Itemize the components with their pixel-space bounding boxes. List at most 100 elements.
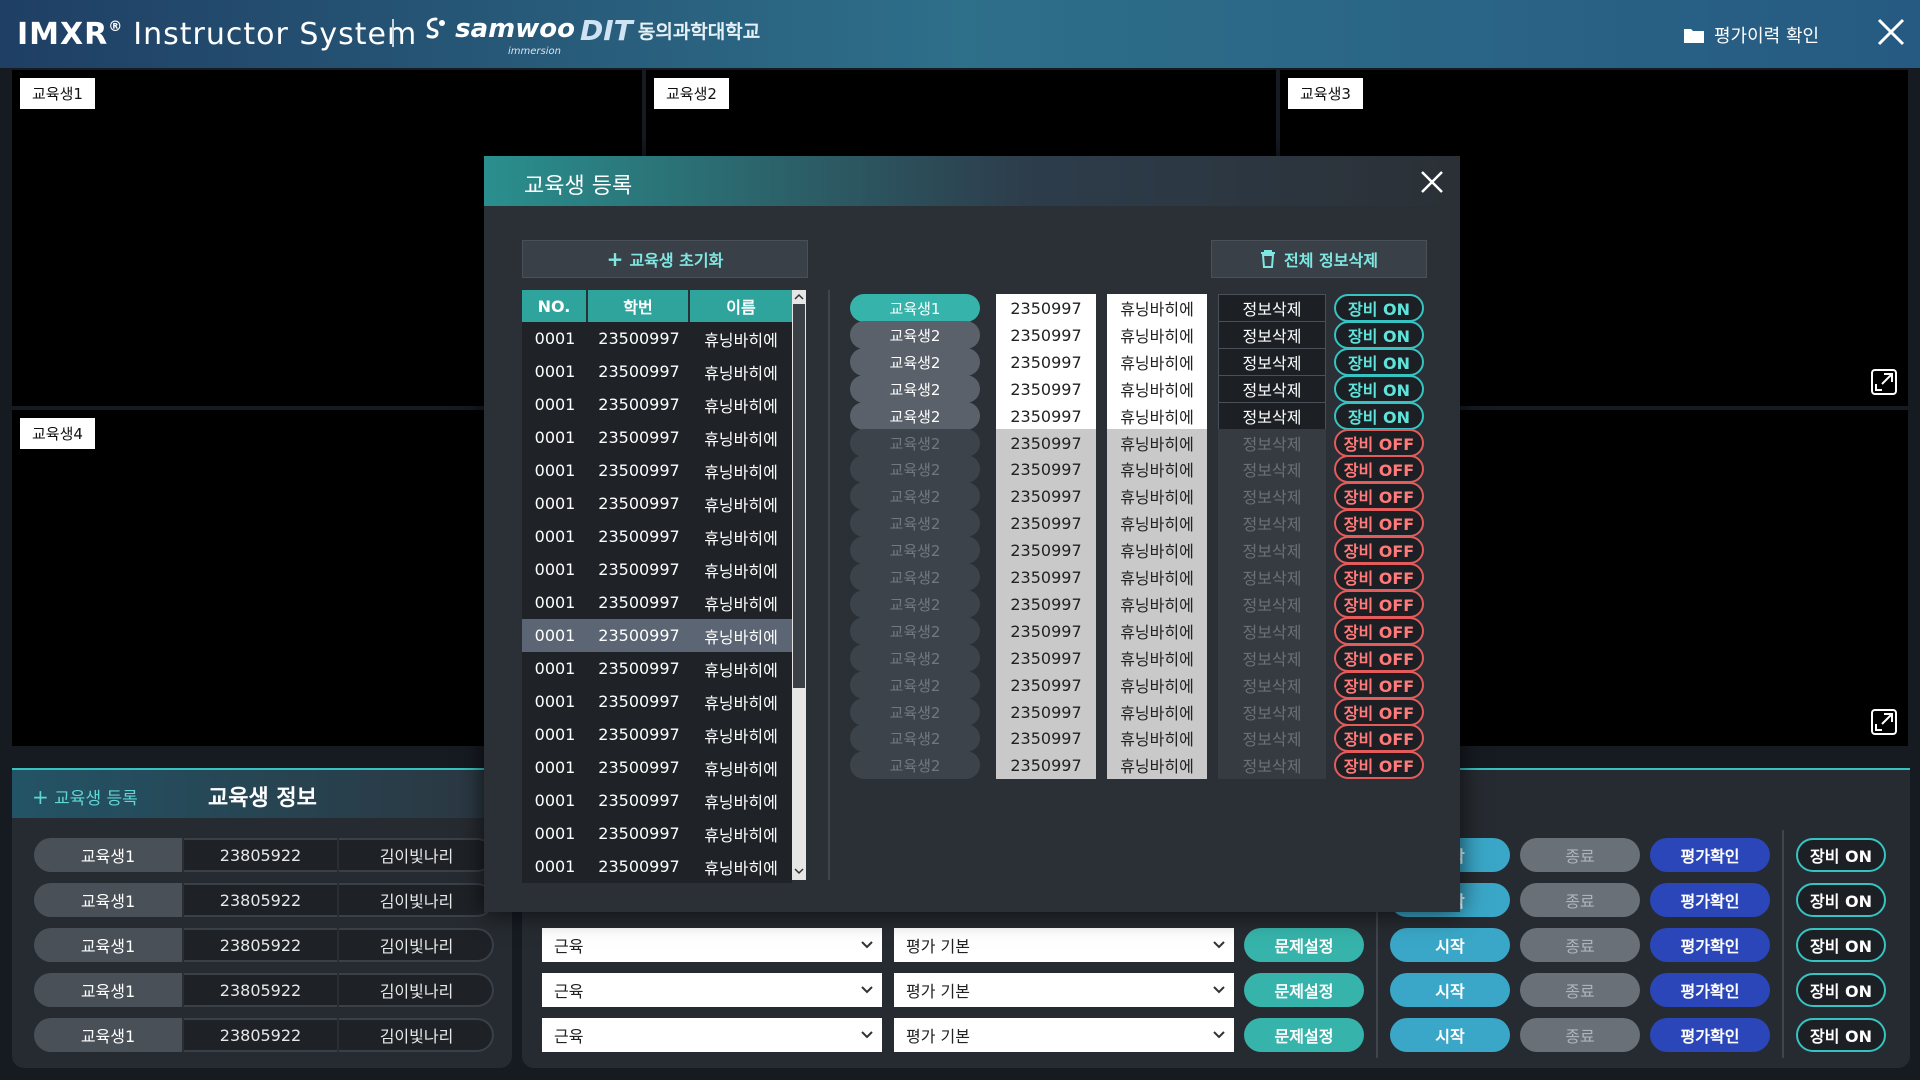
slot-person-field[interactable]: 휴닝바히에 <box>1107 563 1207 591</box>
delete-all-button[interactable]: 전체 정보삭제 <box>1211 240 1427 278</box>
slot-name-button[interactable]: 교육생2 <box>850 644 980 672</box>
table-row[interactable]: 0001 23500997 휴닝바히에 <box>522 454 792 487</box>
slot-id-field[interactable]: 2350997 <box>996 509 1096 537</box>
slot-person-field[interactable]: 휴닝바히에 <box>1107 751 1207 779</box>
slot-id-field[interactable]: 2350997 <box>996 375 1096 403</box>
start-button[interactable]: 시작 <box>1390 928 1510 962</box>
slot-delete-button[interactable]: 정보삭제 <box>1218 375 1326 403</box>
table-row[interactable]: 0001 23500997 휴닝바히에 <box>522 388 792 421</box>
slot-name-button[interactable]: 교육생2 <box>850 536 980 564</box>
scroll-up-icon[interactable] <box>794 292 804 302</box>
slot-delete-button[interactable]: 정보삭제 <box>1218 644 1326 672</box>
slot-delete-button[interactable]: 정보삭제 <box>1218 563 1326 591</box>
slot-name-button[interactable]: 교육생2 <box>850 482 980 510</box>
slot-name-button[interactable]: 교육생2 <box>850 348 980 376</box>
table-row[interactable]: 0001 23500997 휴닝바히에 <box>522 355 792 388</box>
eval-check-button[interactable]: 평가확인 <box>1650 838 1770 872</box>
equip-off-button[interactable]: 장비 OFF <box>1334 590 1424 618</box>
slot-name-button[interactable]: 교육생2 <box>850 321 980 349</box>
slot-person-field[interactable]: 휴닝바히에 <box>1107 590 1207 618</box>
slot-name-button[interactable]: 교육생2 <box>850 375 980 403</box>
slot-delete-button[interactable]: 정보삭제 <box>1218 429 1326 457</box>
close-icon[interactable] <box>1876 17 1906 47</box>
problem-setup-button[interactable]: 문제설정 <box>1244 928 1364 962</box>
slot-person-field[interactable]: 휴닝바히에 <box>1107 348 1207 376</box>
slot-id-field[interactable]: 2350997 <box>996 698 1096 726</box>
equip-on-button[interactable]: 장비 ON <box>1334 348 1424 376</box>
slot-id-field[interactable]: 2350997 <box>996 294 1096 322</box>
equip-off-button[interactable]: 장비 OFF <box>1334 671 1424 699</box>
equip-off-button[interactable]: 장비 OFF <box>1334 698 1424 726</box>
table-row[interactable]: 0001 23500997 휴닝바히에 <box>522 322 792 355</box>
slot-name-button[interactable]: 교육생2 <box>850 698 980 726</box>
slot-person-field[interactable]: 휴닝바히에 <box>1107 455 1207 483</box>
table-row[interactable]: 0001 23500997 휴닝바히에 <box>522 619 792 652</box>
scrollbar-thumb[interactable] <box>793 304 805 688</box>
mode-select[interactable]: 평가 기본 <box>894 973 1234 1007</box>
slot-delete-button[interactable]: 정보삭제 <box>1218 617 1326 645</box>
equip-off-button[interactable]: 장비 OFF <box>1334 751 1424 779</box>
table-row[interactable]: 0001 23500997 휴닝바히에 <box>522 652 792 685</box>
slot-name-button[interactable]: 교육생2 <box>850 509 980 537</box>
slot-delete-button[interactable]: 정보삭제 <box>1218 509 1326 537</box>
slot-person-field[interactable]: 휴닝바히에 <box>1107 402 1207 430</box>
equip-on-button[interactable]: 장비 ON <box>1796 1018 1886 1052</box>
slot-delete-button[interactable]: 정보삭제 <box>1218 590 1326 618</box>
table-row[interactable]: 0001 23500997 휴닝바히에 <box>522 520 792 553</box>
slot-name-button[interactable]: 교육생1 <box>850 294 980 322</box>
slot-id-field[interactable]: 2350997 <box>996 751 1096 779</box>
table-row[interactable]: 0001 23500997 휴닝바히에 <box>522 718 792 751</box>
slot-id-field[interactable]: 2350997 <box>996 402 1096 430</box>
student-row[interactable]: 교육생1 23805922 김이빛나리 <box>34 838 494 872</box>
category-select[interactable]: 근육 <box>542 973 882 1007</box>
slot-person-field[interactable]: 휴닝바히에 <box>1107 294 1207 322</box>
table-row[interactable]: 0001 23500997 휴닝바히에 <box>522 586 792 619</box>
equip-off-button[interactable]: 장비 OFF <box>1334 563 1424 591</box>
slot-delete-button[interactable]: 정보삭제 <box>1218 724 1326 752</box>
category-select[interactable]: 근육 <box>542 928 882 962</box>
mode-select[interactable]: 평가 기본 <box>894 928 1234 962</box>
slot-person-field[interactable]: 휴닝바히에 <box>1107 509 1207 537</box>
slot-id-field[interactable]: 2350997 <box>996 724 1096 752</box>
problem-setup-button[interactable]: 문제설정 <box>1244 1018 1364 1052</box>
table-scrollbar[interactable] <box>792 290 806 880</box>
slot-person-field[interactable]: 휴닝바히에 <box>1107 375 1207 403</box>
table-row[interactable]: 0001 23500997 휴닝바히에 <box>522 850 792 883</box>
equip-off-button[interactable]: 장비 OFF <box>1334 536 1424 564</box>
slot-id-field[interactable]: 2350997 <box>996 563 1096 591</box>
slot-id-field[interactable]: 2350997 <box>996 321 1096 349</box>
slot-id-field[interactable]: 2350997 <box>996 536 1096 564</box>
slot-name-button[interactable]: 교육생2 <box>850 429 980 457</box>
slot-delete-button[interactable]: 정보삭제 <box>1218 698 1326 726</box>
table-row[interactable]: 0001 23500997 휴닝바히에 <box>522 553 792 586</box>
student-row[interactable]: 교육생1 23805922 김이빛나리 <box>34 973 494 1007</box>
slot-person-field[interactable]: 휴닝바히에 <box>1107 644 1207 672</box>
slot-person-field[interactable]: 휴닝바히에 <box>1107 671 1207 699</box>
table-row[interactable]: 0001 23500997 휴닝바히에 <box>522 685 792 718</box>
equip-on-button[interactable]: 장비 ON <box>1796 883 1886 917</box>
slot-person-field[interactable]: 휴닝바히에 <box>1107 482 1207 510</box>
end-button[interactable]: 종료 <box>1520 973 1640 1007</box>
slot-name-button[interactable]: 교육생2 <box>850 590 980 618</box>
equip-off-button[interactable]: 장비 OFF <box>1334 617 1424 645</box>
student-row[interactable]: 교육생1 23805922 김이빛나리 <box>34 928 494 962</box>
slot-person-field[interactable]: 휴닝바히에 <box>1107 698 1207 726</box>
slot-name-button[interactable]: 교육생2 <box>850 671 980 699</box>
expand-icon[interactable] <box>1870 368 1898 396</box>
equip-on-button[interactable]: 장비 ON <box>1796 838 1886 872</box>
slot-name-button[interactable]: 교육생2 <box>850 455 980 483</box>
equip-on-button[interactable]: 장비 ON <box>1796 928 1886 962</box>
slot-delete-button[interactable]: 정보삭제 <box>1218 751 1326 779</box>
slot-delete-button[interactable]: 정보삭제 <box>1218 321 1326 349</box>
equip-on-button[interactable]: 장비 ON <box>1796 973 1886 1007</box>
category-select[interactable]: 근육 <box>542 1018 882 1052</box>
slot-delete-button[interactable]: 정보삭제 <box>1218 348 1326 376</box>
table-row[interactable]: 0001 23500997 휴닝바히에 <box>522 817 792 850</box>
equip-on-button[interactable]: 장비 ON <box>1334 402 1424 430</box>
slot-name-button[interactable]: 교육생2 <box>850 724 980 752</box>
equip-on-button[interactable]: 장비 ON <box>1334 294 1424 322</box>
equip-off-button[interactable]: 장비 OFF <box>1334 429 1424 457</box>
equip-on-button[interactable]: 장비 ON <box>1334 321 1424 349</box>
table-row[interactable]: 0001 23500997 휴닝바히에 <box>522 421 792 454</box>
slot-person-field[interactable]: 휴닝바히에 <box>1107 321 1207 349</box>
